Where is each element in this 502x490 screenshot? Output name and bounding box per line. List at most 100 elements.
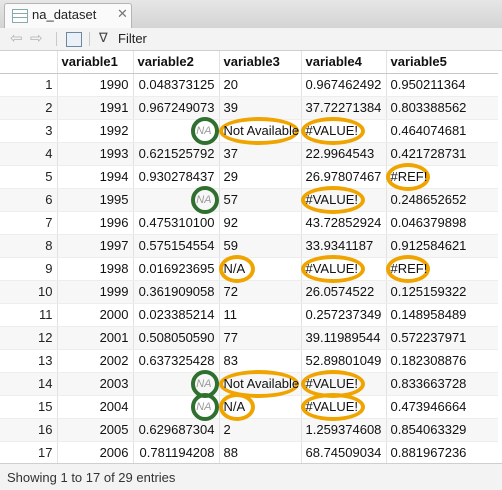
cell-value: 2006 [99, 445, 129, 460]
table-row[interactable]: 11 2000 0.023385214 11 0.257237349 0.14895848… [0, 303, 502, 327]
row-index: 16 [0, 418, 58, 442]
column-header[interactable]: variable3 [219, 51, 302, 74]
table-row[interactable]: 6 1995 NA 57 #VALUE! 0.248652652 [0, 185, 502, 214]
data-cell: 0.912584621 [386, 234, 502, 258]
table-row[interactable]: 8 1997 0.575154554 59 33.9341187 0.912584621 [0, 234, 502, 258]
cell-value: 72 [223, 284, 238, 299]
filter-button[interactable]: Filter [118, 31, 147, 46]
entries-count: Showing 1 to 17 of 29 entries [7, 470, 176, 485]
data-cell: 77 [219, 326, 302, 350]
table-row[interactable]: 10 1999 0.361909058 72 26.0574522 0.125159322 [0, 280, 502, 304]
popout-icon[interactable] [66, 32, 82, 47]
cell-value: 20 [223, 77, 238, 92]
data-grid[interactable]: variable1 variable2 variable3 variable4 vari… [0, 51, 502, 463]
table-row[interactable]: 13 2002 0.637325428 83 52.89801049 0.18230887… [0, 349, 502, 373]
cell-value: 39 [223, 100, 238, 115]
table-row[interactable]: 17 2006 0.781194208 88 68.74509034 0.88196723… [0, 441, 502, 463]
back-arrow-icon[interactable]: ⇦ [10, 29, 23, 47]
column-header[interactable]: variable1 [57, 51, 134, 74]
data-cell: 0.950211364 [386, 73, 502, 97]
cell-value: 0.257237349 [305, 307, 382, 322]
column-header[interactable]: variable2 [133, 51, 220, 74]
data-cell: 1991 [57, 96, 134, 120]
table-row[interactable]: 9 1998 0.016923695 N/A #VALUE! #REF! [0, 254, 502, 283]
cell-value: 29 [223, 169, 238, 184]
cell-value: 1995 [99, 192, 129, 207]
data-cell: 2001 [57, 326, 134, 350]
cell-value: 0.475310100 [138, 215, 215, 230]
cell-value: 0.464074681 [390, 123, 467, 138]
table-row[interactable]: 1 1990 0.048373125 20 0.967462492 0.950211364 [0, 73, 502, 97]
data-cell: 0.257237349 [301, 303, 387, 327]
cell-value: 0.421728731 [390, 146, 467, 161]
scrollbar[interactable] [498, 51, 502, 463]
table-row[interactable]: 12 2001 0.508050590 77 39.11989544 0.57223797… [0, 326, 502, 350]
filter-icon[interactable]: ∇ [99, 30, 108, 46]
cell-value: 2 [223, 422, 231, 437]
table-row[interactable]: 5 1994 0.930278437 29 26.97807467 #REF! [0, 162, 502, 191]
row-index: 1 [0, 73, 58, 97]
data-cell: 0.048373125 [133, 73, 220, 97]
cell-value: 1997 [99, 238, 129, 253]
data-cell: 2005 [57, 418, 134, 442]
data-cell: 2004 [57, 395, 134, 419]
data-cell: 0.930278437 [133, 165, 220, 189]
column-header[interactable]: variable5 [386, 51, 502, 74]
data-cell: 26.97807467 [301, 165, 387, 189]
row-index: 12 [0, 326, 58, 350]
cell-value: 92 [223, 215, 238, 230]
forward-arrow-icon[interactable]: ⇨ [30, 29, 43, 47]
cell-value: N/A [223, 399, 246, 414]
table-row[interactable]: 3 1992 NA Not Available #VALUE! 0.464074681 [0, 116, 502, 145]
close-icon[interactable]: ✕ [117, 6, 128, 22]
table-row[interactable]: 14 2003 NA Not Available #VALUE! 0.833663728 [0, 369, 502, 398]
table-row[interactable]: 15 2004 NA N/A #VALUE! 0.473946664 [0, 392, 502, 421]
data-cell: 11 [219, 303, 302, 327]
cell-value: Not Available [223, 123, 300, 138]
row-index: 10 [0, 280, 58, 304]
row-index: 7 [0, 211, 58, 235]
cell-value: 0.508050590 [138, 330, 215, 345]
table-row[interactable]: 7 1996 0.475310100 92 43.72852924 0.046379898 [0, 211, 502, 235]
table-row[interactable]: 16 2005 0.629687304 2 1.259374608 0.854063329 [0, 418, 502, 442]
data-cell: 2003 [57, 372, 134, 396]
cell-value: 11 [223, 307, 238, 322]
table-row[interactable]: 2 1991 0.967249073 39 37.72271384 0.803388562 [0, 96, 502, 120]
cell-value: 0.125159322 [390, 284, 467, 299]
cell-value: 2001 [99, 330, 129, 345]
cell-value: 0.621525792 [138, 146, 215, 161]
cell-value: #VALUE! [305, 399, 359, 414]
data-cell: 0.016923695 [133, 257, 220, 281]
cell-value: 0.048373125 [138, 77, 215, 92]
na-value: NA [196, 193, 212, 206]
cell-value: 0.912584621 [390, 238, 467, 253]
toolbar-separator [56, 32, 57, 46]
row-index: 3 [0, 119, 58, 143]
data-cell: 2 [219, 418, 302, 442]
cell-value: 2000 [99, 307, 129, 322]
row-index: 2 [0, 96, 58, 120]
data-cell: 0.508050590 [133, 326, 220, 350]
table-row[interactable]: 4 1993 0.621525792 37 22.9964543 0.421728731 [0, 142, 502, 166]
data-cell: 0.881967236 [386, 441, 502, 463]
error-cell: #VALUE! [300, 254, 387, 283]
row-index: 6 [0, 188, 58, 212]
data-cell: 39 [219, 96, 302, 120]
data-cell: 1995 [57, 188, 134, 212]
tab-na-dataset[interactable]: na_dataset ✕ [4, 3, 132, 28]
data-cell: 0.629687304 [133, 418, 220, 442]
error-cell: N/A [218, 392, 302, 421]
error-cell: #REF! [385, 162, 502, 191]
row-index: 15 [0, 395, 58, 419]
data-cell: 1992 [57, 119, 134, 143]
cell-value: #VALUE! [305, 192, 359, 207]
na-cell: NA [133, 116, 220, 145]
error-cell: N/A [218, 254, 302, 283]
cell-value: 0.881967236 [390, 445, 467, 460]
data-cell: 2000 [57, 303, 134, 327]
na-value: NA [196, 124, 212, 137]
column-header[interactable]: variable4 [301, 51, 387, 74]
cell-value: 33.9341187 [305, 238, 374, 253]
data-cell: 52.89801049 [301, 349, 387, 373]
data-cell: 68.74509034 [301, 441, 387, 463]
